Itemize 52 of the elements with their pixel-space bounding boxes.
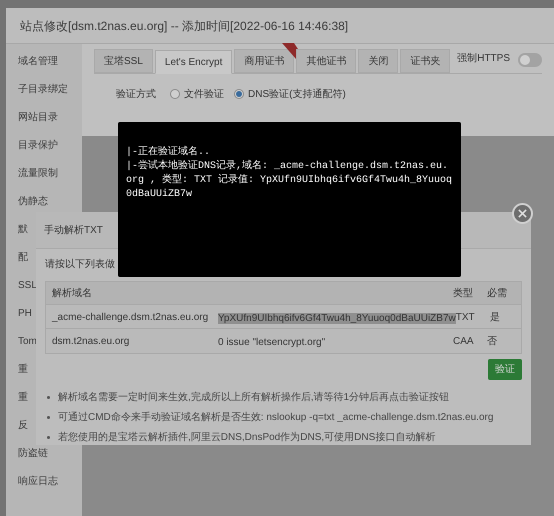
tab[interactable]: 商用证书 bbox=[234, 49, 294, 73]
sidebar-item[interactable]: 默 bbox=[18, 222, 28, 236]
table-cell-text: 是 bbox=[490, 310, 501, 324]
sidebar-item[interactable]: 反 bbox=[18, 418, 28, 432]
sidebar-item[interactable]: Tom bbox=[18, 334, 37, 348]
radio-button[interactable] bbox=[234, 89, 244, 99]
console-line: |-正在验证域名.. bbox=[126, 146, 212, 160]
tab[interactable]: 证书夹 bbox=[400, 49, 450, 73]
verify-button[interactable]: 验证 bbox=[488, 359, 522, 380]
console-line: |-尝试本地验证DNS记录,域名: _acme-challenge.dsm.t2nas.eu.org , 类型: TXT 记录值: YpXUfn9UIbhq6ifv6Gf4Twu4h_8Yuuoq0dBaUUiZB7w bbox=[126, 160, 453, 202]
tab[interactable]: 其他证书 bbox=[296, 49, 356, 73]
sidebar-item[interactable]: 伪静态 bbox=[18, 194, 48, 208]
sidebar-item[interactable]: 子目录绑定 bbox=[18, 82, 68, 96]
sidebar-item[interactable]: PH bbox=[18, 306, 32, 320]
table-cell-text: dsm.t2nas.eu.org bbox=[52, 334, 130, 348]
sidebar-item[interactable]: 目录保护 bbox=[18, 138, 58, 152]
sidebar-item[interactable]: 重 bbox=[18, 390, 28, 404]
note-text: 解析域名需要一定时间来生效,完成所以上所有解析操作后,请等待1分钟后再点击验证按钮 bbox=[58, 390, 450, 405]
column-header: 类型 bbox=[453, 286, 474, 300]
bullet-icon bbox=[47, 396, 50, 399]
note-text: 若您使用的是宝塔云解析插件,阿里云DNS,DnsPod作为DNS,可使用DNS接口自动解析 bbox=[58, 430, 436, 445]
column-header: 必需 bbox=[487, 286, 508, 300]
radio-label: DNS验证(支持通配符) bbox=[248, 88, 346, 102]
table-cell: 0 issue "letsencrypt.org" bbox=[218, 337, 326, 348]
tab[interactable]: 宝塔SSL bbox=[94, 49, 153, 73]
force-https-label: 强制HTTPS bbox=[457, 52, 510, 66]
column-header: 解析域名 bbox=[52, 286, 93, 300]
sidebar-item[interactable]: 流量限制 bbox=[18, 166, 58, 180]
table-cell-text: _acme-challenge.dsm.t2nas.eu.org bbox=[52, 310, 210, 324]
radio-label: 文件验证 bbox=[184, 88, 224, 102]
sidebar-item[interactable]: 防盗链 bbox=[18, 446, 48, 460]
sidebar-item[interactable]: 响应日志 bbox=[18, 474, 58, 488]
instruction-text: 请按以下列表做 bbox=[45, 258, 116, 272]
sidebar-item[interactable]: 网站目录 bbox=[18, 110, 58, 124]
tab[interactable]: Let's Encrypt bbox=[154, 50, 232, 74]
window-title: 站点修改[dsm.t2nas.eu.org] -- 添加时间[2022-06-16 14:46:38] bbox=[20, 18, 348, 34]
table-cell: YpXUfn9UIbhq6ifv6Gf4Twu4h_8Yuuoq0dBaUUiZB7w bbox=[218, 313, 456, 324]
bullet-icon bbox=[47, 416, 50, 419]
table-cell-text: 否 bbox=[487, 334, 498, 348]
toggle-switch[interactable] bbox=[518, 53, 542, 67]
sidebar-item[interactable]: 域名管理 bbox=[18, 54, 58, 68]
sidebar-item[interactable]: 重 bbox=[18, 362, 28, 376]
table-cell-text: TXT bbox=[456, 310, 476, 322]
table-cell-text: CAA bbox=[453, 334, 475, 348]
sidebar-item[interactable]: 配 bbox=[18, 250, 28, 264]
radio-button[interactable] bbox=[170, 89, 180, 99]
note-text: 可通过CMD命令来手动验证域名解析是否生效: nslookup -q=txt _acme-challenge.dsm.t2nas.eu.org bbox=[58, 410, 494, 425]
sidebar-item[interactable]: SSL bbox=[18, 278, 37, 292]
bullet-icon bbox=[47, 436, 50, 439]
field-label: 验证方式 bbox=[116, 88, 156, 102]
tab[interactable]: 关闭 bbox=[358, 49, 398, 73]
dialog-title: 手动解析TXT bbox=[44, 224, 103, 238]
